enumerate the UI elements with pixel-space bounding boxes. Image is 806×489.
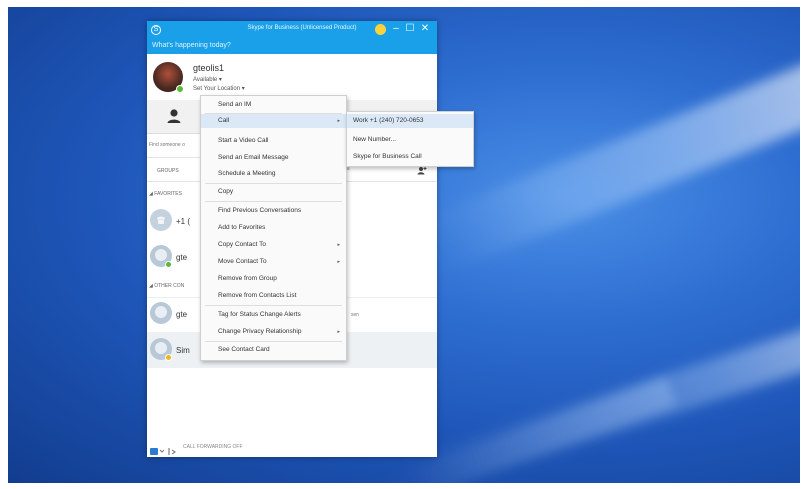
skype-logo-icon: S bbox=[151, 25, 161, 35]
emoticon-icon[interactable] bbox=[375, 24, 386, 35]
favorites-group-header[interactable]: ◢ FAVORITES bbox=[149, 191, 182, 197]
menu-item-see-contact-card[interactable]: See Contact Card bbox=[201, 343, 346, 357]
contact-name: Sim bbox=[176, 346, 190, 355]
call-submenu: Work +1 (240) 720-0653 New Number... Sky… bbox=[346, 111, 474, 167]
avatar bbox=[150, 302, 172, 324]
menu-item-remove-from-contacts[interactable]: Remove from Contacts List bbox=[201, 289, 346, 303]
submenu-arrow-icon: ▸ bbox=[337, 329, 340, 335]
menu-item-change-privacy[interactable]: Change Privacy Relationship ▸ bbox=[201, 325, 346, 339]
contact-context-menu: Send an IM Call ▸ Start a Video Call Send… bbox=[200, 95, 347, 361]
wallpaper-light-beam bbox=[424, 60, 800, 274]
profile-area: gteolis1 Available ▾ Set Your Location ▾ bbox=[147, 54, 437, 98]
location-dropdown[interactable]: Set Your Location ▾ bbox=[193, 85, 245, 92]
contact-name: gte bbox=[176, 253, 188, 262]
other-contacts-group-header[interactable]: ◢ OTHER CON bbox=[149, 283, 184, 289]
contacts-tab-icon[interactable] bbox=[165, 107, 183, 125]
menu-item-start-video-call[interactable]: Start a Video Call bbox=[201, 134, 346, 148]
submenu-arrow-icon: ▸ bbox=[337, 259, 340, 265]
whats-happening-input[interactable]: What's happening today? bbox=[152, 42, 231, 49]
screen-frame: S Skype for Business (Unlicensed Product… bbox=[0, 0, 806, 489]
presence-indicator bbox=[165, 261, 172, 268]
menu-item-move-contact-to[interactable]: Move Contact To ▸ bbox=[201, 255, 346, 269]
contact-name: +1 ( bbox=[176, 217, 191, 226]
menu-item-tag-status-alerts[interactable]: Tag for Status Change Alerts bbox=[201, 308, 346, 322]
menu-item-send-im[interactable]: Send an IM bbox=[201, 98, 346, 112]
menu-separator bbox=[205, 341, 342, 342]
menu-item-send-email[interactable]: Send an Email Message bbox=[201, 151, 346, 165]
menu-item-remove-from-group[interactable]: Remove from Group bbox=[201, 272, 346, 286]
menu-item-find-previous-conversations[interactable]: Find Previous Conversations bbox=[201, 204, 346, 218]
phone-avatar-icon bbox=[150, 209, 172, 231]
call-forwarding-icon[interactable] bbox=[167, 443, 179, 455]
search-input[interactable] bbox=[149, 142, 199, 148]
call-forwarding-status[interactable]: CALL FORWARDING OFF bbox=[183, 444, 243, 450]
minimize-button[interactable]: – bbox=[390, 22, 402, 36]
menu-item-call[interactable]: Call ▸ bbox=[201, 114, 346, 128]
title-bar: S Skype for Business (Unlicensed Product… bbox=[147, 21, 437, 54]
menu-item-copy[interactable]: Copy bbox=[201, 185, 346, 199]
submenu-item-new-number[interactable]: New Number... bbox=[347, 133, 473, 147]
menu-item-copy-contact-to[interactable]: Copy Contact To ▸ bbox=[201, 238, 346, 252]
maximize-button[interactable]: ☐ bbox=[404, 22, 416, 36]
submenu-arrow-icon: ▸ bbox=[337, 242, 340, 248]
add-contact-icon[interactable] bbox=[417, 166, 427, 177]
presence-indicator bbox=[165, 354, 172, 361]
dialpad-icon[interactable] bbox=[150, 443, 165, 455]
submenu-arrow-icon: ▸ bbox=[337, 118, 340, 124]
menu-separator bbox=[205, 201, 342, 202]
submenu-item-skype-call[interactable]: Skype for Business Call bbox=[347, 150, 473, 164]
submenu-item-work-number[interactable]: Work +1 (240) 720-0653 bbox=[347, 114, 473, 128]
bottom-bar: CALL FORWARDING OFF bbox=[147, 439, 437, 457]
presence-indicator bbox=[176, 85, 184, 93]
menu-item-schedule-meeting[interactable]: Schedule a Meeting bbox=[201, 167, 346, 181]
close-button[interactable]: ✕ bbox=[419, 22, 431, 36]
status-dropdown[interactable]: Available ▾ bbox=[193, 76, 222, 83]
menu-separator bbox=[205, 305, 342, 306]
menu-item-add-to-favorites[interactable]: Add to Favorites bbox=[201, 221, 346, 235]
window-title: Skype for Business (Unlicensed Product) bbox=[247, 25, 357, 31]
groups-tab[interactable]: GROUPS bbox=[157, 168, 179, 174]
menu-separator bbox=[205, 183, 342, 184]
user-name: gteolis1 bbox=[193, 63, 225, 73]
contact-name: gte bbox=[176, 310, 188, 319]
contact-note: sen bbox=[351, 312, 360, 318]
